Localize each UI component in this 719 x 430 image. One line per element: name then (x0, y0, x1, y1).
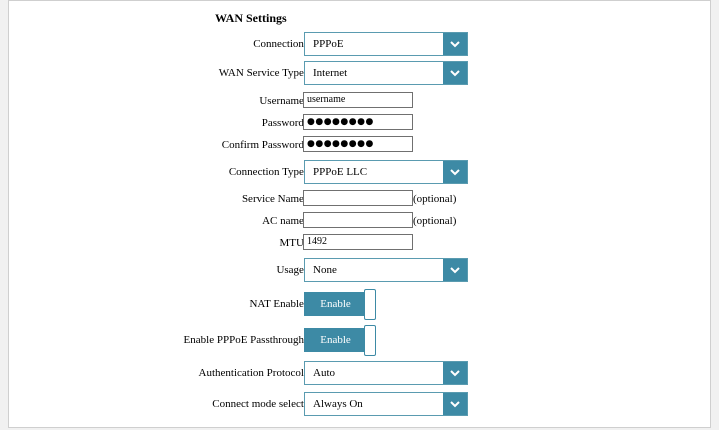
confirm-password-field[interactable]: ●●●●●●●● (303, 136, 413, 152)
chevron-down-icon[interactable] (443, 362, 467, 384)
connect-mode-value: Always On (313, 398, 363, 410)
chevron-down-icon[interactable] (443, 62, 467, 84)
service-name-hint: (optional) (413, 193, 457, 205)
auth-protocol-label: Authentication Protocol: (198, 367, 307, 379)
usage-label: Usage: (276, 264, 307, 276)
username-field[interactable]: username (303, 92, 413, 108)
username-row: Username: username (9, 89, 712, 113)
pppoe-passthrough-row: Enable PPPoE Passthrough: Enable (9, 324, 712, 356)
pppoe-passthrough-button[interactable]: Enable (304, 328, 367, 352)
username-label: Username: (259, 95, 307, 107)
section-title: WAN Settings (215, 11, 287, 25)
toggle-handle[interactable] (364, 289, 376, 320)
usage-select[interactable]: None (304, 258, 468, 282)
password-row: Password: ●●●●●●●● (9, 111, 712, 135)
nat-enable-button[interactable]: Enable (304, 292, 367, 316)
ac-name-field[interactable] (303, 212, 413, 228)
nat-enable-row: NAT Enable: Enable (9, 288, 712, 320)
connect-mode-label: Connect mode select: (212, 398, 307, 410)
mtu-row: MTU: 1492 (9, 231, 712, 255)
chevron-down-icon[interactable] (443, 259, 467, 281)
password-label: Password: (261, 117, 307, 129)
chevron-down-icon[interactable] (443, 393, 467, 415)
auth-protocol-select[interactable]: Auto (304, 361, 468, 385)
service-name-row: Service Name: (optional) (9, 187, 712, 211)
wan-service-type-row: WAN Service Type: Internet (9, 61, 712, 85)
ac-name-row: AC name: (optional) (9, 209, 712, 233)
wan-service-type-label: WAN Service Type: (218, 67, 307, 79)
nat-enable-toggle[interactable]: Enable (304, 289, 380, 320)
usage-value: None (313, 264, 337, 276)
connection-label: Connection: (253, 38, 307, 50)
chevron-down-icon[interactable] (443, 33, 467, 55)
chevron-down-icon[interactable] (443, 161, 467, 183)
wan-service-type-value: Internet (313, 67, 348, 79)
wan-settings-panel: WAN Settings Connection: PPPoE WAN Servi… (8, 0, 711, 428)
connect-mode-row: Connect mode select: Always On (9, 392, 712, 416)
auth-protocol-value: Auto (313, 367, 335, 379)
connection-select[interactable]: PPPoE (304, 32, 468, 56)
password-field[interactable]: ●●●●●●●● (303, 114, 413, 130)
connect-mode-select[interactable]: Always On (304, 392, 468, 416)
pppoe-passthrough-label: Enable PPPoE Passthrough: (183, 334, 307, 346)
pppoe-passthrough-toggle[interactable]: Enable (304, 325, 380, 356)
connection-type-value: PPPoE LLC (313, 166, 368, 178)
connection-type-label: Connection Type: (228, 166, 307, 178)
service-name-label: Service Name: (241, 193, 307, 205)
usage-row: Usage: None (9, 258, 712, 282)
service-name-field[interactable] (303, 190, 413, 206)
ac-name-label: AC name: (262, 215, 307, 227)
confirm-password-label: Confirm Password: (221, 139, 307, 151)
toggle-handle[interactable] (364, 325, 376, 356)
connection-type-row: Connection Type: PPPoE LLC (9, 160, 712, 184)
auth-protocol-row: Authentication Protocol: Auto (9, 361, 712, 385)
mtu-field[interactable]: 1492 (303, 234, 413, 250)
connection-value: PPPoE (313, 38, 344, 50)
nat-enable-label: NAT Enable: (249, 298, 307, 310)
wan-service-type-select[interactable]: Internet (304, 61, 468, 85)
connection-type-select[interactable]: PPPoE LLC (304, 160, 468, 184)
confirm-password-row: Confirm Password: ●●●●●●●● (9, 133, 712, 157)
connection-row: Connection: PPPoE (9, 32, 712, 56)
ac-name-hint: (optional) (413, 215, 457, 227)
